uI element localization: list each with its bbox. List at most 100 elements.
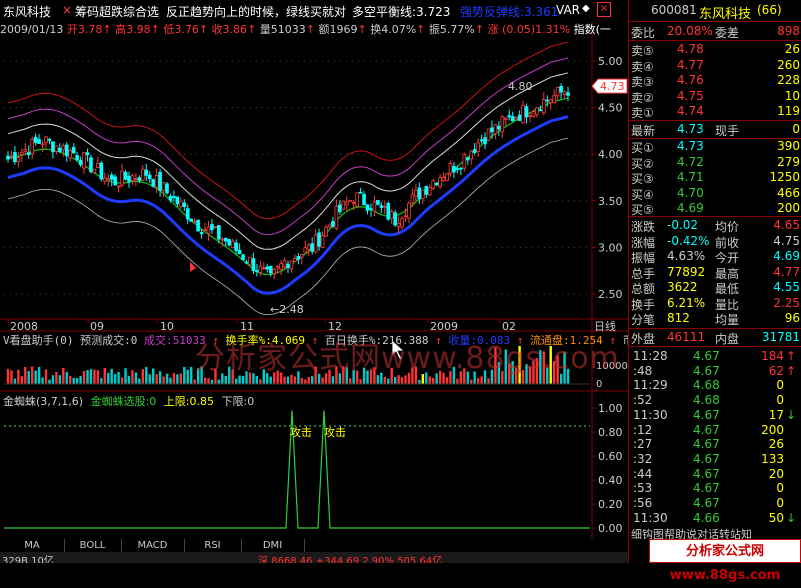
candle-body [514, 117, 518, 120]
volume-bar [65, 372, 68, 384]
volume-title[interactable]: V看盘助手(0) [3, 334, 74, 347]
bid-row[interactable]: 买⑤ 4.69 200 [629, 201, 801, 217]
candle-body [327, 224, 332, 228]
candle-body [61, 145, 66, 151]
tick-volume: 0 [776, 481, 784, 496]
formula-name: 筹码超跌综合选 [75, 5, 160, 19]
attack-label-2: 攻击 [324, 426, 346, 439]
ohlc-amplitude: 振5.77% [428, 23, 475, 36]
tick-price: 4.68 [693, 378, 720, 393]
bid-price: 4.72 [677, 154, 704, 169]
ask-row[interactable]: 卖① 4.74 119 [629, 104, 801, 120]
index-label[interactable]: 指数(一 [574, 23, 611, 36]
candle-body [210, 224, 214, 231]
stock-name[interactable]: 东风科技 [3, 3, 51, 20]
candle-body [78, 159, 83, 165]
volume-bar [307, 377, 310, 384]
stat-row: 涨跌 -0.02 均价 4.65 [629, 218, 801, 234]
bid-row[interactable]: 买① 4.73 390 [629, 139, 801, 155]
tick-time: :12 [633, 422, 653, 437]
candle-body [258, 265, 263, 273]
ask-row[interactable]: 卖⑤ 4.78 26 [629, 42, 801, 58]
candle-body [555, 86, 560, 97]
candle-body [179, 200, 183, 207]
ask-row[interactable]: 卖④ 4.77 260 [629, 58, 801, 74]
volume-bar [210, 379, 214, 384]
price-tick-label: 5.00 [598, 55, 623, 68]
candle-body [407, 202, 411, 219]
volume-bar [103, 368, 106, 384]
tick-volume: 200 [761, 422, 784, 437]
candle-body [113, 176, 117, 186]
tab-rsi[interactable]: RSI [184, 539, 242, 552]
candle-body [13, 152, 17, 162]
candle-body [317, 232, 321, 247]
volume-bar [55, 371, 58, 384]
ask-row[interactable]: 卖③ 4.76 228 [629, 73, 801, 89]
candle-body [313, 234, 318, 253]
close-x-icon[interactable]: × [62, 3, 72, 17]
status-bar: 329B 10亿 深 8668.46 +344.69 2.90% 505.64亿 [0, 552, 628, 563]
volume-bar [120, 377, 124, 384]
volume-bar [127, 375, 131, 384]
watermark-box: 分析家公式网www.88gs.com [649, 539, 801, 583]
ohlc-close: 收3.86 [211, 23, 248, 36]
candle-body [223, 238, 228, 242]
volume-bar [162, 376, 165, 384]
stat-value-2: 4.77 [773, 264, 800, 279]
candle-body [300, 254, 304, 258]
candle-body [403, 215, 408, 218]
latest-label: 最新 [631, 124, 656, 138]
candle-body [172, 196, 176, 198]
ohlc-date: 2009/01/13 [0, 23, 64, 36]
candle-body [230, 240, 235, 249]
stat-row: 总额 3622 最低 4.55 [629, 280, 801, 296]
candle-body [376, 200, 380, 205]
tick-price: 4.67 [693, 451, 720, 466]
param-icon[interactable]: ◆ [582, 3, 590, 14]
bid-price: 4.69 [677, 201, 704, 215]
stat-value-2: 4.65 [773, 218, 800, 232]
stat-row: 涨幅 -0.42% 前收 4.75 [629, 234, 801, 250]
candle-body [545, 99, 550, 102]
bid-row[interactable]: 买② 4.72 279 [629, 155, 801, 171]
ohlc-turnover: 换4.07% [370, 23, 417, 36]
ask-row[interactable]: 卖② 4.75 10 [629, 89, 801, 105]
candle-body [30, 139, 34, 155]
candle-body [6, 155, 10, 160]
candle-body [562, 91, 567, 95]
candle-body [54, 145, 59, 152]
volume-bar [124, 368, 127, 384]
volume-bar [269, 376, 272, 384]
spider-axis-label: 0.20 [598, 498, 623, 511]
stat-value: 77892 [667, 264, 706, 279]
bid-row[interactable]: 买③ 4.71 1250 [629, 170, 801, 186]
stat-row: 振幅 4.63% 今开 4.69 [629, 249, 801, 265]
volume-bar [190, 366, 193, 384]
volume-bar [75, 378, 79, 384]
spider-title[interactable]: 金蜘蛛(3,7,1,6) [3, 395, 83, 408]
candle-body [479, 139, 484, 142]
ask-label: 卖① [631, 106, 654, 120]
up-arrow-icon: ↑ [785, 363, 796, 378]
chart-canvas[interactable]: 5.004.504.003.503.002.502008 09 10 11 12 2009… [0, 0, 628, 539]
candle-body [289, 260, 294, 270]
tick-time: :52 [633, 393, 653, 408]
tab-macd[interactable]: MACD [121, 539, 185, 552]
candle-body [296, 255, 301, 260]
candle-body [455, 168, 460, 170]
bid-row[interactable]: 买④ 4.70 466 [629, 186, 801, 202]
candle-body [379, 205, 384, 208]
volume-bar [487, 378, 490, 384]
tick-volume: 0 [776, 378, 784, 393]
spider-axis-label: 0.80 [598, 426, 623, 439]
volume-bar [158, 371, 162, 384]
stat-value: 812 [667, 311, 690, 325]
tab-boll[interactable]: BOLL [64, 539, 122, 552]
spider-axis-label: 0.60 [598, 450, 623, 463]
tab-ma[interactable]: MA [0, 539, 65, 552]
tab-dmi[interactable]: DMI [241, 539, 305, 552]
candle-body [286, 263, 290, 269]
volume-bar [331, 376, 335, 384]
close-panel-icon[interactable]: × [597, 2, 611, 17]
